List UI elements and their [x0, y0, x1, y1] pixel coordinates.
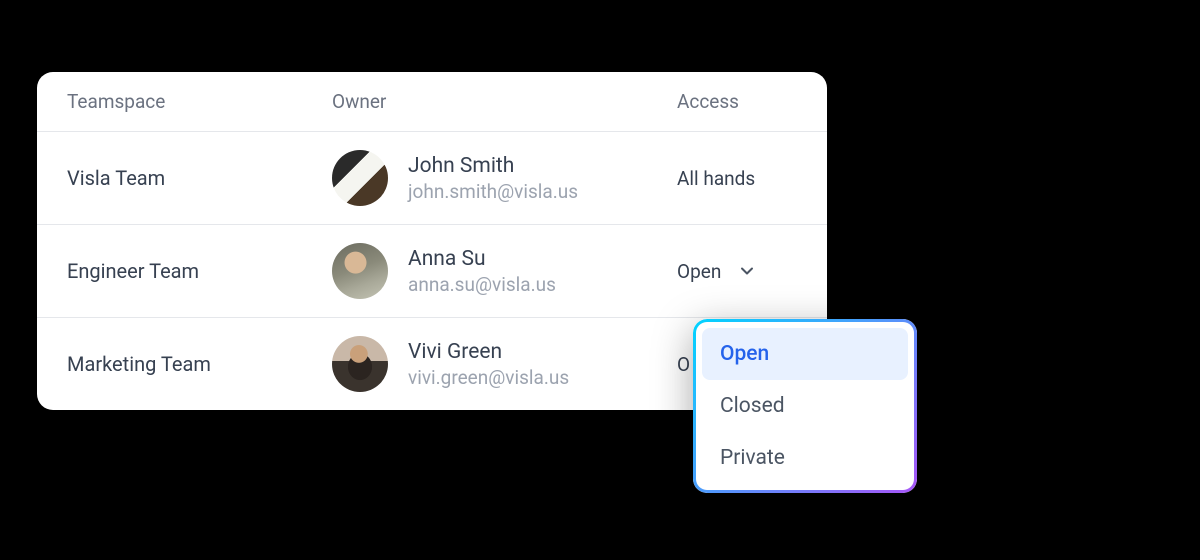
owner-info: Vivi Green vivi.green@visla.us — [408, 340, 569, 389]
header-owner: Owner — [332, 90, 677, 113]
owner-info: Anna Su anna.su@visla.us — [408, 247, 556, 296]
access-value: O — [677, 353, 690, 376]
owner-email: anna.su@visla.us — [408, 273, 556, 296]
owner-cell: Vivi Green vivi.green@visla.us — [332, 336, 677, 392]
owner-name: Anna Su — [408, 247, 556, 271]
avatar — [332, 336, 388, 392]
header-access: Access — [677, 90, 827, 113]
teamspace-name: Visla Team — [67, 166, 332, 190]
owner-cell: Anna Su anna.su@visla.us — [332, 243, 677, 299]
chevron-down-icon — [739, 263, 755, 279]
owner-name: Vivi Green — [408, 340, 569, 364]
access-value: Open — [677, 260, 721, 283]
dropdown-option-open[interactable]: Open — [702, 328, 908, 380]
owner-name: John Smith — [408, 154, 578, 178]
avatar — [332, 243, 388, 299]
table-row: Visla Team John Smith john.smith@visla.u… — [37, 132, 827, 225]
dropdown-option-closed[interactable]: Closed — [702, 380, 908, 432]
header-teamspace: Teamspace — [67, 90, 332, 113]
access-dropdown-menu: Open Closed Private — [693, 319, 917, 493]
teamspace-name: Marketing Team — [67, 352, 332, 376]
owner-cell: John Smith john.smith@visla.us — [332, 150, 677, 206]
table-header: Teamspace Owner Access — [37, 72, 827, 132]
owner-email: john.smith@visla.us — [408, 180, 578, 203]
avatar — [332, 150, 388, 206]
owner-email: vivi.green@visla.us — [408, 366, 569, 389]
access-value: All hands — [677, 167, 755, 190]
access-dropdown-trigger[interactable]: Open — [677, 260, 827, 283]
teamspace-name: Engineer Team — [67, 259, 332, 283]
table-row: Engineer Team Anna Su anna.su@visla.us O… — [37, 225, 827, 318]
owner-info: John Smith john.smith@visla.us — [408, 154, 578, 203]
access-cell: All hands — [677, 167, 827, 190]
dropdown-option-private[interactable]: Private — [702, 432, 908, 484]
